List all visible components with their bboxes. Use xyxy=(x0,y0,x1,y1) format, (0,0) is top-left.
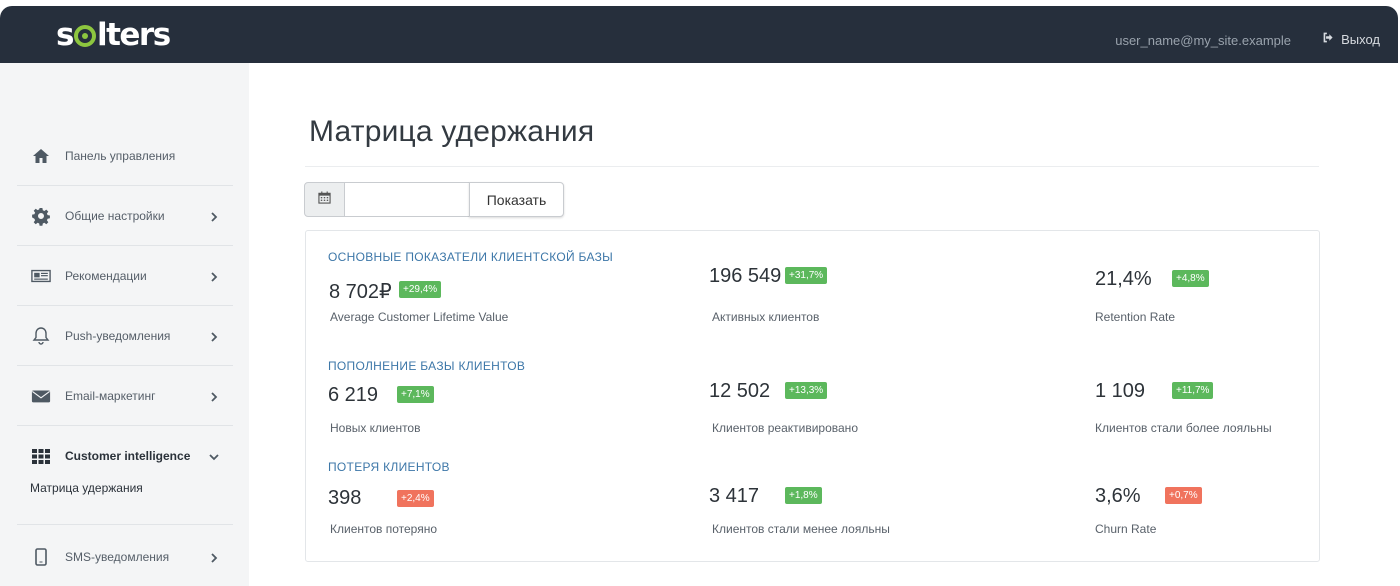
metric-value: 398 xyxy=(328,487,362,509)
sidebar-item-label: Рекомендации xyxy=(65,268,147,283)
logo-o-mark-icon xyxy=(73,25,96,47)
chevron-right-icon xyxy=(209,211,219,222)
sidebar-subitem-retention-matrix[interactable]: Матрица удержания xyxy=(30,481,143,495)
change-badge: +2,4% xyxy=(397,490,434,507)
sidebar-item-email-marketing[interactable]: Email-маркетинг xyxy=(17,366,233,426)
sidebar-item-label: Email-маркетинг xyxy=(65,388,156,403)
metric-label: Retention Rate xyxy=(1095,310,1176,324)
show-button[interactable]: Показать xyxy=(469,182,564,217)
solters-logo[interactable]: s lters xyxy=(56,18,171,52)
newspaper-icon xyxy=(30,265,52,287)
metric-value: 3 417 xyxy=(709,485,760,507)
change-badge: +4,8% xyxy=(1172,270,1209,287)
metric-value: 6 219 xyxy=(328,384,379,406)
chevron-down-icon xyxy=(209,451,219,461)
logout-button[interactable]: Выход xyxy=(1322,31,1380,47)
sidebar-item-label: SMS-уведомления xyxy=(65,549,170,564)
chevron-right-icon xyxy=(209,391,219,402)
envelope-icon xyxy=(30,385,52,407)
change-badge: +29,4% xyxy=(399,281,442,298)
chevron-right-icon xyxy=(209,271,219,282)
change-badge: +11,7% xyxy=(1172,382,1214,399)
sidebar-divider xyxy=(17,524,233,525)
sidebar-item-sms-notifications[interactable]: SMS-уведомления xyxy=(17,527,233,586)
logout-label: Выход xyxy=(1341,31,1380,47)
chevron-right-icon xyxy=(209,552,219,563)
section-title: ОСНОВНЫЕ ПОКАЗАТЕЛИ КЛИЕНТСКОЙ БАЗЫ xyxy=(328,250,614,264)
top-header: s lters user_name@my_site.example Выход xyxy=(0,6,1398,63)
metric-value: 12 502 xyxy=(709,380,771,402)
metric-label: Активных клиентов xyxy=(712,310,820,324)
sidebar-item-label: Общие настройки xyxy=(65,208,165,223)
user-email: user_name@my_site.example xyxy=(1115,33,1291,48)
change-badge: +0,7% xyxy=(1165,487,1202,504)
metric-label: Churn Rate xyxy=(1095,522,1157,536)
date-filter: Показать xyxy=(304,182,564,217)
app-window: s lters user_name@my_site.example Выход П… xyxy=(0,0,1400,586)
sidebar-item-label: Customer intelligence xyxy=(65,449,191,463)
change-badge: +1,8% xyxy=(785,487,822,504)
metric-value: 1 109 xyxy=(1095,380,1146,402)
grid-icon xyxy=(30,445,52,467)
section-title: ПОТЕРЯ КЛИЕНТОВ xyxy=(328,460,450,474)
calendar-icon xyxy=(318,190,331,209)
sign-out-icon xyxy=(1322,31,1335,47)
date-range-input[interactable] xyxy=(345,182,469,217)
metric-value: 21,4% xyxy=(1095,268,1152,290)
calendar-button[interactable] xyxy=(304,182,345,217)
metric-label: Клиентов потеряно xyxy=(330,522,438,536)
bell-icon xyxy=(30,325,52,347)
metric-label: Новых клиентов xyxy=(330,421,421,435)
metrics-panel: ОСНОВНЫЕ ПОКАЗАТЕЛИ КЛИЕНТСКОЙ БАЗЫ 8 70… xyxy=(305,230,1320,562)
metric-value: 196 549 xyxy=(709,265,782,287)
sidebar-item-recommendations[interactable]: Рекомендации xyxy=(17,246,233,306)
metric-label: Клиентов стали более лояльны xyxy=(1095,421,1272,435)
sidebar: Панель управления Общие настройки Рекоме… xyxy=(0,63,249,586)
page-title: Матрица удержания xyxy=(309,115,595,148)
metric-value: 8 702₽ xyxy=(329,281,392,303)
sidebar-item-customer-intelligence[interactable]: Customer intelligence xyxy=(17,426,233,486)
change-badge: +13,3% xyxy=(785,382,828,399)
chevron-right-icon xyxy=(209,331,219,342)
mobile-icon xyxy=(30,546,52,568)
metric-label: Клиентов стали менее лояльны xyxy=(712,522,890,536)
metric-value: 3,6% xyxy=(1095,485,1141,507)
sidebar-item-general-settings[interactable]: Общие настройки xyxy=(17,186,233,246)
sidebar-item-dashboard[interactable]: Панель управления xyxy=(17,126,233,186)
change-badge: +31,7% xyxy=(785,267,828,284)
title-divider xyxy=(305,166,1319,167)
metric-label: Клиентов реактивировано xyxy=(712,421,858,435)
home-icon xyxy=(30,145,52,167)
sidebar-item-push-notifications[interactable]: Push-уведомления xyxy=(17,306,233,366)
metric-label: Average Customer Lifetime Value xyxy=(330,310,509,324)
change-badge: +7,1% xyxy=(397,386,434,403)
sidebar-item-label: Push-уведомления xyxy=(65,328,171,343)
sidebar-item-label: Панель управления xyxy=(65,148,176,163)
gear-icon xyxy=(30,205,52,227)
section-title: ПОПОЛНЕНИЕ БАЗЫ КЛИЕНТОВ xyxy=(328,359,526,373)
